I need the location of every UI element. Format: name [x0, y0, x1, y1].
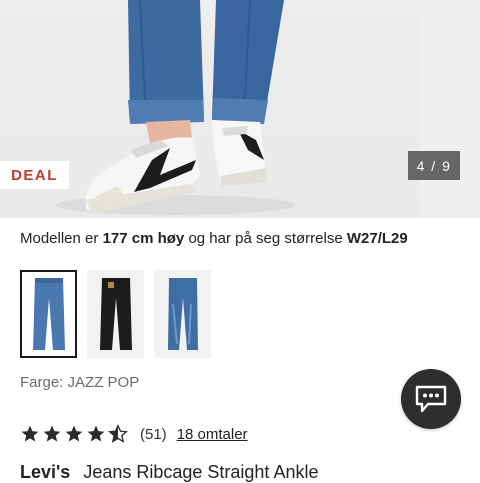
rating-count: (51): [140, 425, 167, 443]
chat-button[interactable]: [401, 369, 461, 429]
model-height: 177 cm høy: [102, 230, 185, 247]
jeans-image: [99, 278, 132, 350]
star-icon: [43, 425, 61, 442]
thumbnail-jazz-pop[interactable]: [20, 270, 77, 358]
deal-badge: DEAL: [0, 161, 69, 189]
product-gallery[interactable]: DEAL 4 / 9: [0, 0, 480, 218]
reviews-link[interactable]: 18 omtaler: [177, 426, 248, 443]
thumbnail-mid-blue[interactable]: [154, 270, 211, 358]
chat-bubble-icon: [415, 385, 447, 413]
product-name: Jeans Ribcage Straight Ankle: [83, 462, 319, 482]
gallery-next-image-peek[interactable]: [421, 0, 480, 218]
rating-row: (51) 18 omtaler: [20, 424, 248, 444]
brand-name[interactable]: Levi's: [20, 462, 70, 482]
model-size: W27/L29: [346, 230, 408, 247]
star-icon: [21, 425, 39, 442]
model-info-prefix: Modellen er: [20, 230, 99, 247]
jeans-image: [32, 278, 65, 350]
star-icon: [65, 425, 83, 442]
color-variant-thumbnails: [20, 270, 211, 358]
thumbnail-black[interactable]: [87, 270, 144, 358]
model-size-info: Modellen er 177 cm høy og har på seg stø…: [20, 230, 408, 247]
model-info-middle: og har på seg størrelse: [188, 230, 343, 247]
star-half-icon: [108, 424, 128, 443]
star-rating: [20, 424, 128, 444]
jeans-image: [167, 278, 198, 350]
selected-color-label: Farge: JAZZ POP: [20, 374, 140, 391]
image-counter: 4 / 9: [408, 151, 460, 180]
star-icon: [87, 425, 105, 442]
